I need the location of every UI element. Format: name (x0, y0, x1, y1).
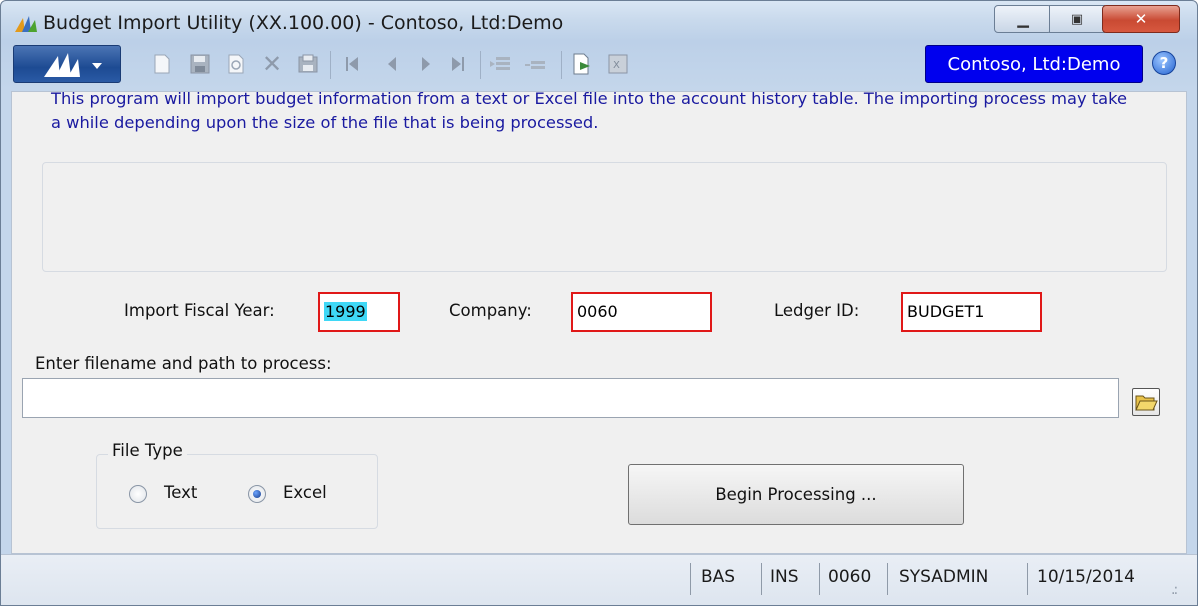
save-icon[interactable] (189, 53, 211, 75)
file-type-title: File Type (108, 441, 187, 460)
ledger-id-field[interactable]: BUDGET1 (901, 292, 1042, 332)
status-user: SYSADMIN (899, 567, 989, 587)
status-date: 10/15/2014 (1037, 567, 1135, 587)
toolbar-separator (480, 51, 481, 79)
app-menu-button[interactable] (13, 45, 121, 83)
app-logo-icon (15, 16, 37, 32)
close-icon: ✕ (1134, 10, 1148, 28)
help-icon[interactable]: ? (1152, 51, 1176, 75)
svg-text:X: X (613, 60, 620, 71)
filename-label: Enter filename and path to process: (35, 354, 332, 373)
next-record-icon[interactable] (415, 53, 437, 75)
previous-record-icon[interactable] (381, 53, 403, 75)
radio-excel[interactable] (248, 485, 266, 503)
delete-icon[interactable]: ✕ (261, 50, 283, 78)
window-title: Budget Import Utility (XX.100.00) - Cont… (43, 12, 564, 34)
company-value: 0060 (577, 302, 618, 321)
fiscal-year-value: 1999 (324, 302, 367, 321)
fiscal-year-label: Import Fiscal Year: (124, 301, 275, 320)
ledger-id-label: Ledger ID: (774, 301, 860, 320)
status-bar (1, 554, 1197, 605)
maximize-button[interactable]: ▣ (1049, 5, 1105, 33)
minimize-icon: ▁ (1017, 10, 1029, 28)
first-record-icon[interactable] (341, 53, 363, 75)
status-separator (819, 563, 820, 595)
close-button[interactable]: ✕ (1102, 5, 1180, 33)
app-menu-logo-icon (44, 53, 102, 77)
begin-processing-button[interactable]: Begin Processing ... (628, 464, 964, 525)
company-label: Company: (449, 301, 532, 320)
browse-button[interactable] (1132, 388, 1160, 416)
delete-row-icon[interactable] (525, 53, 547, 75)
status-company: 0060 (828, 567, 872, 587)
fiscal-year-field[interactable]: 1999 (318, 292, 400, 332)
status-separator (690, 563, 691, 595)
ledger-id-value: BUDGET1 (907, 302, 985, 321)
toolbar-separator (561, 51, 562, 79)
insert-row-icon[interactable] (490, 53, 512, 75)
info-text: This program will import budget informat… (51, 89, 1128, 132)
app-window: Budget Import Utility (XX.100.00) - Cont… (0, 0, 1198, 606)
status-separator (887, 563, 888, 595)
status-mode: BAS (701, 567, 736, 587)
status-separator (761, 563, 762, 595)
export-icon[interactable] (571, 53, 593, 75)
minimize-button[interactable]: ▁ (994, 5, 1052, 33)
radio-text-label[interactable]: Text (164, 483, 197, 502)
last-record-icon[interactable] (447, 53, 469, 75)
print-icon[interactable] (297, 53, 319, 75)
status-separator (1027, 563, 1028, 595)
company-field[interactable]: 0060 (571, 292, 712, 332)
folder-open-icon (1135, 395, 1158, 411)
resize-grip-icon[interactable]: .: (1171, 582, 1178, 598)
refresh-icon[interactable] (225, 53, 247, 75)
info-panel (42, 162, 1167, 272)
company-badge[interactable]: Contoso, Ltd:Demo (925, 45, 1143, 83)
radio-excel-label[interactable]: Excel (283, 483, 327, 502)
filename-input[interactable] (22, 378, 1119, 418)
new-icon[interactable] (151, 53, 173, 75)
toolbar-separator (330, 51, 331, 79)
maximize-icon: ▣ (1070, 11, 1084, 27)
radio-text[interactable] (129, 485, 147, 503)
excel-icon[interactable]: X (607, 53, 629, 75)
status-insert: INS (770, 567, 799, 587)
